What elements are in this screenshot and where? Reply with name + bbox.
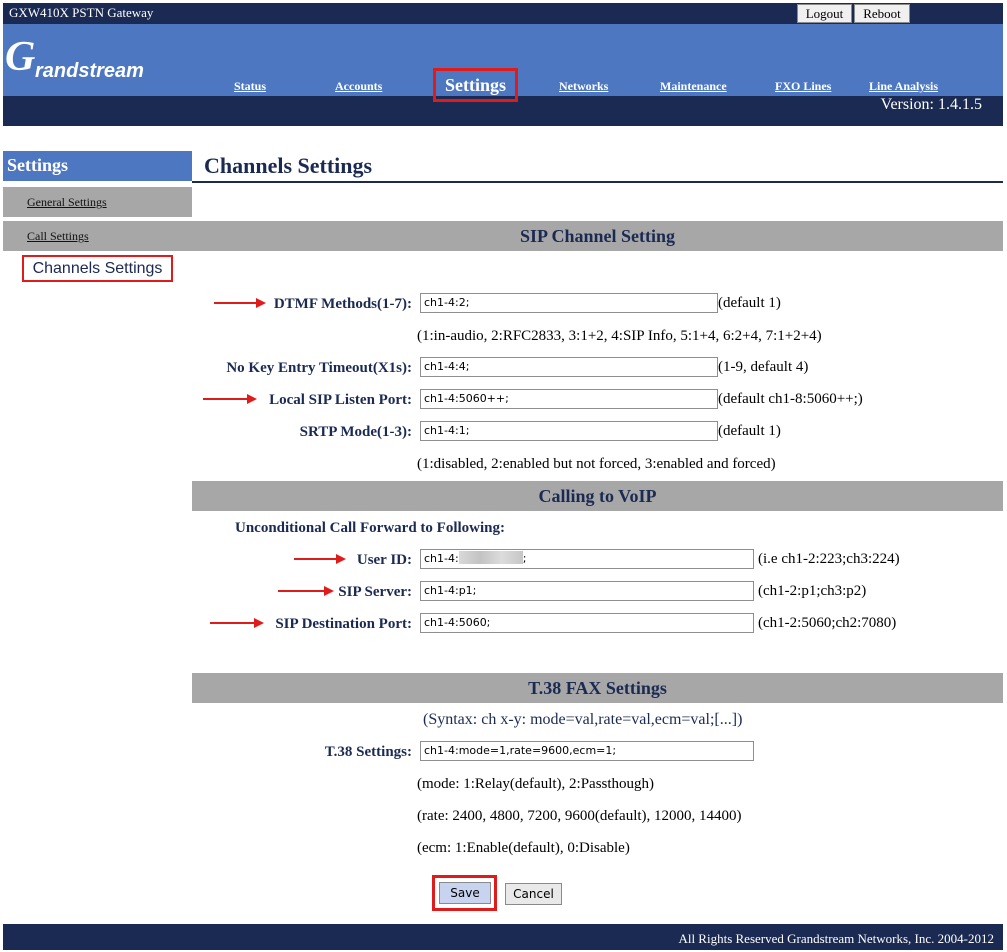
nav-settings[interactable]: Settings	[433, 68, 518, 102]
t38-syntax-hint: (Syntax: ch x-y: mode=val,rate=val,ecm=v…	[423, 711, 743, 728]
srtp-mode-default: (default 1)	[718, 423, 781, 439]
nav-status[interactable]: Status	[234, 79, 266, 93]
user-id-prefix: ch1-4:	[424, 552, 459, 565]
srtp-mode-input[interactable]: ch1-4:1;	[420, 421, 718, 441]
sip-destination-port-input[interactable]: ch1-4:5060;	[420, 613, 754, 633]
title-divider	[192, 181, 1003, 183]
sidebar-item-call-settings[interactable]: Call Settings	[3, 221, 192, 251]
nav-networks[interactable]: Networks	[559, 79, 608, 93]
no-key-timeout-input[interactable]: ch1-4:4;	[420, 357, 718, 377]
sip-destination-port-label: SIP Destination Port:	[275, 616, 412, 632]
grandstream-logo: G	[5, 34, 35, 80]
page-title: Channels Settings	[204, 153, 373, 178]
copyright-notice: All Rights Reserved Grandstream Networks…	[678, 931, 994, 946]
srtp-mode-label: SRTP Mode(1-3):	[299, 424, 412, 440]
nav-fxo-lines[interactable]: FXO Lines	[775, 79, 831, 93]
sip-server-label: SIP Server:	[338, 584, 412, 600]
nav-line-analysis[interactable]: Line Analysis	[869, 79, 938, 93]
dtmf-methods-input[interactable]: ch1-4:2;	[420, 293, 718, 313]
sidebar-item-channels-settings[interactable]: Channels Settings	[22, 255, 173, 282]
grandstream-logo-text: randstream	[35, 60, 144, 82]
user-id-suffix: ;	[522, 552, 527, 565]
annotation-arrow-user-id	[294, 554, 346, 564]
annotation-arrow-destination-port	[210, 618, 264, 628]
logout-button[interactable]: Logout	[797, 4, 852, 23]
local-sip-port-default: (default ch1-8:5060++;)	[718, 391, 863, 407]
section-calling-to-voip: Calling to VoIP	[192, 481, 1003, 511]
t38-rate-help: (rate: 2400, 4800, 7200, 9600(default), …	[417, 808, 742, 824]
call-forward-subheading: Unconditional Call Forward to Following:	[235, 520, 506, 536]
sidebar-title: Settings	[3, 151, 192, 181]
cancel-button[interactable]: Cancel	[505, 883, 562, 905]
dtmf-methods-label: DTMF Methods(1-7):	[273, 296, 412, 312]
sip-destination-port-example: (ch1-2:5060;ch2:7080)	[758, 615, 897, 631]
section-sip-channel: SIP Channel Setting	[192, 221, 1003, 251]
t38-ecm-help: (ecm: 1:Enable(default), 0:Disable)	[417, 840, 630, 856]
srtp-mode-help: (1:disabled, 2:enabled but not forced, 3…	[417, 456, 776, 472]
annotation-arrow-sip-server	[278, 586, 334, 596]
save-button[interactable]: Save	[439, 882, 491, 904]
no-key-timeout-label: No Key Entry Timeout(X1s):	[226, 360, 412, 376]
local-sip-port-input[interactable]: ch1-4:5060++;	[420, 389, 718, 409]
reboot-button[interactable]: Reboot	[854, 4, 910, 23]
redacted-user-id	[458, 551, 523, 564]
dtmf-methods-default: (default 1)	[718, 295, 781, 311]
nav-maintenance[interactable]: Maintenance	[660, 79, 727, 93]
annotation-arrow-listen-port	[203, 394, 257, 404]
annotation-arrow-dtmf	[214, 298, 266, 308]
firmware-version: Version: 1.4.1.5	[880, 96, 982, 113]
t38-settings-input[interactable]: ch1-4:mode=1,rate=9600,ecm=1;	[420, 741, 754, 761]
t38-settings-label: T.38 Settings:	[324, 744, 412, 760]
dtmf-methods-help: (1:in-audio, 2:RFC2833, 3:1+2, 4:SIP Inf…	[417, 328, 822, 344]
product-name: GXW410X PSTN Gateway	[9, 5, 154, 20]
user-id-input[interactable]: ch1-4:;	[420, 549, 754, 569]
sidebar-item-general-settings[interactable]: General Settings	[3, 187, 192, 217]
user-id-label: User ID:	[356, 552, 412, 568]
sip-server-input[interactable]: ch1-4:p1;	[420, 581, 754, 601]
sip-server-example: (ch1-2:p1;ch3:p2)	[758, 583, 867, 599]
local-sip-port-label: Local SIP Listen Port:	[269, 392, 412, 408]
user-id-example: (i.e ch1-2:223;ch3:224)	[758, 551, 900, 567]
no-key-timeout-default: (1-9, default 4)	[718, 359, 809, 375]
t38-mode-help: (mode: 1:Relay(default), 2:Passthough)	[417, 776, 655, 792]
section-t38-fax: T.38 FAX Settings	[192, 673, 1003, 703]
nav-accounts[interactable]: Accounts	[335, 79, 382, 93]
